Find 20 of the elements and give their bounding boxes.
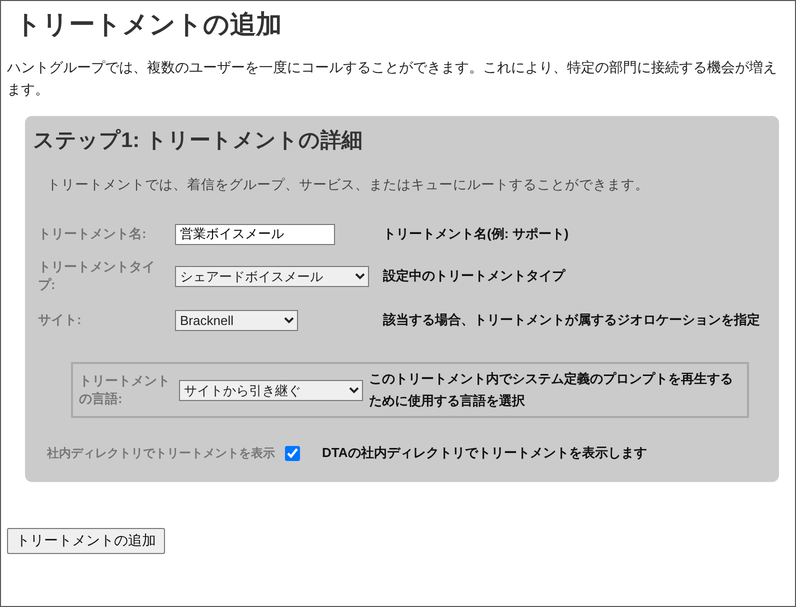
dropdown[interactable]: サイトから引き継ぐ [179, 380, 363, 400]
field-label: トリートメント名: [38, 225, 148, 243]
text-field[interactable]: 営業ボイスメール [175, 224, 335, 244]
page-title: トリートメントの追加 [15, 8, 283, 41]
field-help: トリートメント名(例: サポート) [383, 225, 570, 243]
step-heading: ステップ1: トリートメントの詳細 [33, 128, 364, 154]
field-label: トリートメントタイプ: [38, 258, 156, 294]
add-button[interactable]: トリートメントの追加 [7, 528, 165, 554]
field-help: 該当する場合、トリートメントが属するジオロケーションを指定 [383, 311, 761, 329]
field-help: DTAの社内ディレクトリでトリートメントを表示します [322, 444, 647, 462]
step-description: トリートメントでは、着信をグループ、サービス、またはキューにルートすることができます。 [47, 176, 650, 194]
field-label: サイト: [38, 311, 82, 329]
field-help: 設定中のトリートメントタイプ [383, 267, 567, 285]
intro-text: ハントグループでは、複数のユーザーを一度にコールすることができます。これにより、特定の部門に接続する機会が増えます。 [7, 58, 778, 99]
field-label: トリートメントの言語: [79, 372, 171, 408]
checkbox[interactable] [285, 446, 300, 460]
dropdown[interactable]: シェアードボイスメール [175, 266, 369, 286]
dropdown[interactable]: Bracknell [175, 310, 298, 330]
field-label: 社内ディレクトリでトリートメントを表示 [47, 445, 275, 462]
field-help: このトリートメント内でシステム定義のプロンプトを再生するために使用する言語を選択 [369, 370, 734, 410]
